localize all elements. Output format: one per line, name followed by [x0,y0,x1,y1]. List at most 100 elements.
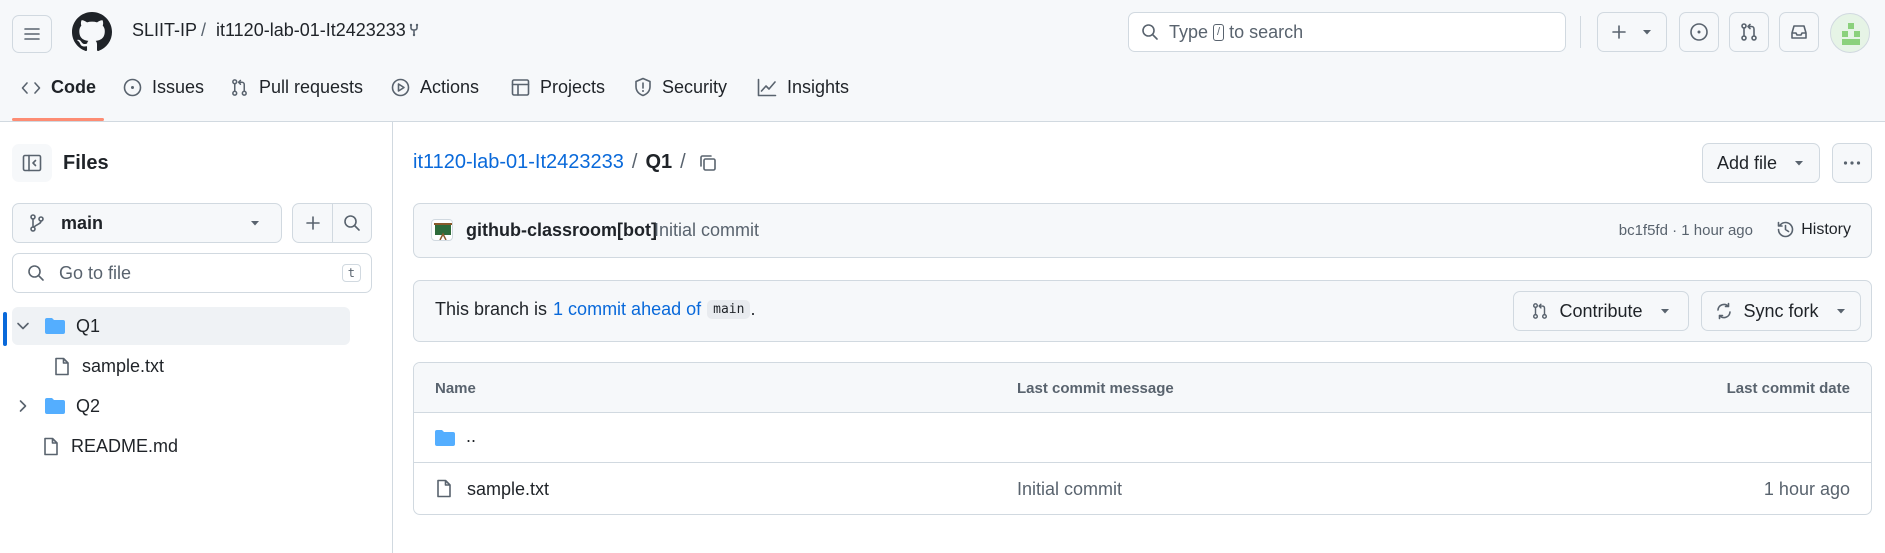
commits-ahead-link[interactable]: 1 commit ahead of [553,299,701,320]
breadcrumb-separator: / [631,151,638,173]
header-divider [1580,16,1581,48]
sidebar-divider [392,122,393,553]
collapse-file-tree-button[interactable] [12,144,52,182]
go-to-file-placeholder: Go to file [59,262,132,283]
commit-meta[interactable]: bc1f5fd · 1 hour ago [1619,222,1753,239]
branch-status-box: This branch is 1 commit ahead of main . … [413,280,1872,342]
search-input[interactable]: Type / to search [1128,12,1566,52]
tab-label: Issues [152,77,205,97]
contribute-label: Contribute [1559,300,1643,321]
breadcrumb-separator: / [201,20,207,40]
breadcrumb-folder: Q1 [645,151,673,173]
tree-folder-q2[interactable]: Q2 [12,387,350,425]
tree-item-label: README.md [71,435,179,456]
file-commit-date: 1 hour ago [1763,479,1850,499]
tab-pull-requests[interactable]: Pull requests [230,77,363,121]
pull-request-icon [1533,303,1548,319]
code-icon [21,82,41,94]
file-table: Name Last commit message Last commit dat… [413,362,1872,515]
selected-tab-indicator [12,118,104,121]
org-link[interactable]: SLIIT-IP [132,20,197,41]
triangle-down-icon [1795,161,1804,166]
tab-security[interactable]: Security [634,77,727,121]
commit-author[interactable]: github-classroom[bot] [466,220,657,241]
table-row[interactable]: sample.txt Initial commit 1 hour ago [414,463,1871,514]
sidebar-collapse-icon [22,154,42,172]
column-header-name: Name [435,380,476,397]
hamburger-icon [24,28,40,40]
base-branch-label: main [707,300,751,319]
tree-file-sample-txt[interactable]: sample.txt [12,347,350,385]
search-text-after: to search [1229,21,1304,42]
history-label: History [1801,220,1851,238]
sync-fork-button[interactable]: Sync fork [1701,291,1861,331]
more-options-button[interactable] [1832,143,1872,183]
go-to-file-input[interactable]: Go to file t [12,253,372,293]
search-files-button[interactable] [333,204,371,242]
tab-label: Insights [787,77,850,97]
parent-directory-link[interactable]: .. [466,426,476,447]
parent-directory-row[interactable]: .. [414,413,1871,463]
tab-issues[interactable]: Issues [123,77,204,121]
breadcrumb-repo-link[interactable]: it1120-lab-01-It2423233 [413,151,624,174]
file-icon [437,479,451,498]
search-text-before: Type [1169,21,1209,42]
sync-icon [1717,302,1732,320]
table-icon [511,79,530,96]
file-icon [44,437,58,455]
kebab-horizontal-icon [1843,161,1861,165]
branch-selector[interactable]: main [12,203,282,243]
folder-icon [435,430,455,446]
create-new-button[interactable] [1597,12,1667,52]
github-logo[interactable] [72,12,112,52]
tab-insights[interactable]: Insights [757,77,849,121]
history-link[interactable]: History [1776,220,1851,239]
pull-request-icon [1741,23,1757,41]
repo-link[interactable]: it1120-lab-01-It2423233 [216,20,406,41]
column-header-message: Last commit message [1017,380,1174,397]
tree-item-label: Q1 [76,315,101,336]
add-file-button[interactable]: Add file [1702,143,1820,183]
selected-item-indicator [3,312,7,346]
branch-status-text: This branch is 1 commit ahead of main . [435,299,755,320]
branch-name: main [61,212,104,233]
column-header-date: Last commit date [1726,380,1850,397]
latest-commit-box: github-classroom[bot] Initial commit bc1… [413,203,1872,258]
tab-actions[interactable]: Actions [391,77,479,121]
triangle-down-icon [251,221,259,226]
search-icon [1142,24,1158,40]
file-icon [55,357,69,375]
folder-icon [45,398,65,414]
issues-button[interactable] [1679,12,1719,52]
commit-message[interactable]: Initial commit [654,220,759,241]
tab-code[interactable]: Code [21,77,96,121]
copy-icon[interactable] [698,153,718,173]
breadcrumb-separator: / [680,151,686,173]
triangle-down-icon [1643,30,1651,35]
branch-icon [30,214,44,232]
tab-projects[interactable]: Projects [511,77,605,121]
inbox-icon [1791,25,1807,39]
bot-avatar[interactable] [431,219,453,241]
contribute-button[interactable]: Contribute [1513,291,1689,331]
search-icon [344,215,360,231]
search-shortcut-key: / [1213,23,1225,41]
sync-fork-label: Sync fork [1743,300,1819,321]
add-file-icon-button[interactable] [292,203,372,243]
sidebar-title: Files [63,152,109,174]
graph-icon [757,78,777,97]
issue-icon [123,78,142,97]
file-name-link[interactable]: sample.txt [467,479,549,500]
tab-label: Code [51,77,96,97]
tree-folder-q1[interactable]: Q1 [12,307,350,345]
folder-open-icon [45,318,65,334]
menu-button[interactable] [12,15,52,53]
tree-file-readme[interactable]: README.md [12,427,350,465]
file-commit-message[interactable]: Initial commit [1017,479,1122,500]
inbox-button[interactable] [1779,12,1819,52]
path-breadcrumb: it1120-lab-01-It2423233 / Q1 / [413,151,718,174]
branch-status-suffix: . [750,299,756,319]
fork-icon [409,23,419,37]
pull-requests-button[interactable] [1729,12,1769,52]
avatar[interactable] [1830,13,1870,53]
